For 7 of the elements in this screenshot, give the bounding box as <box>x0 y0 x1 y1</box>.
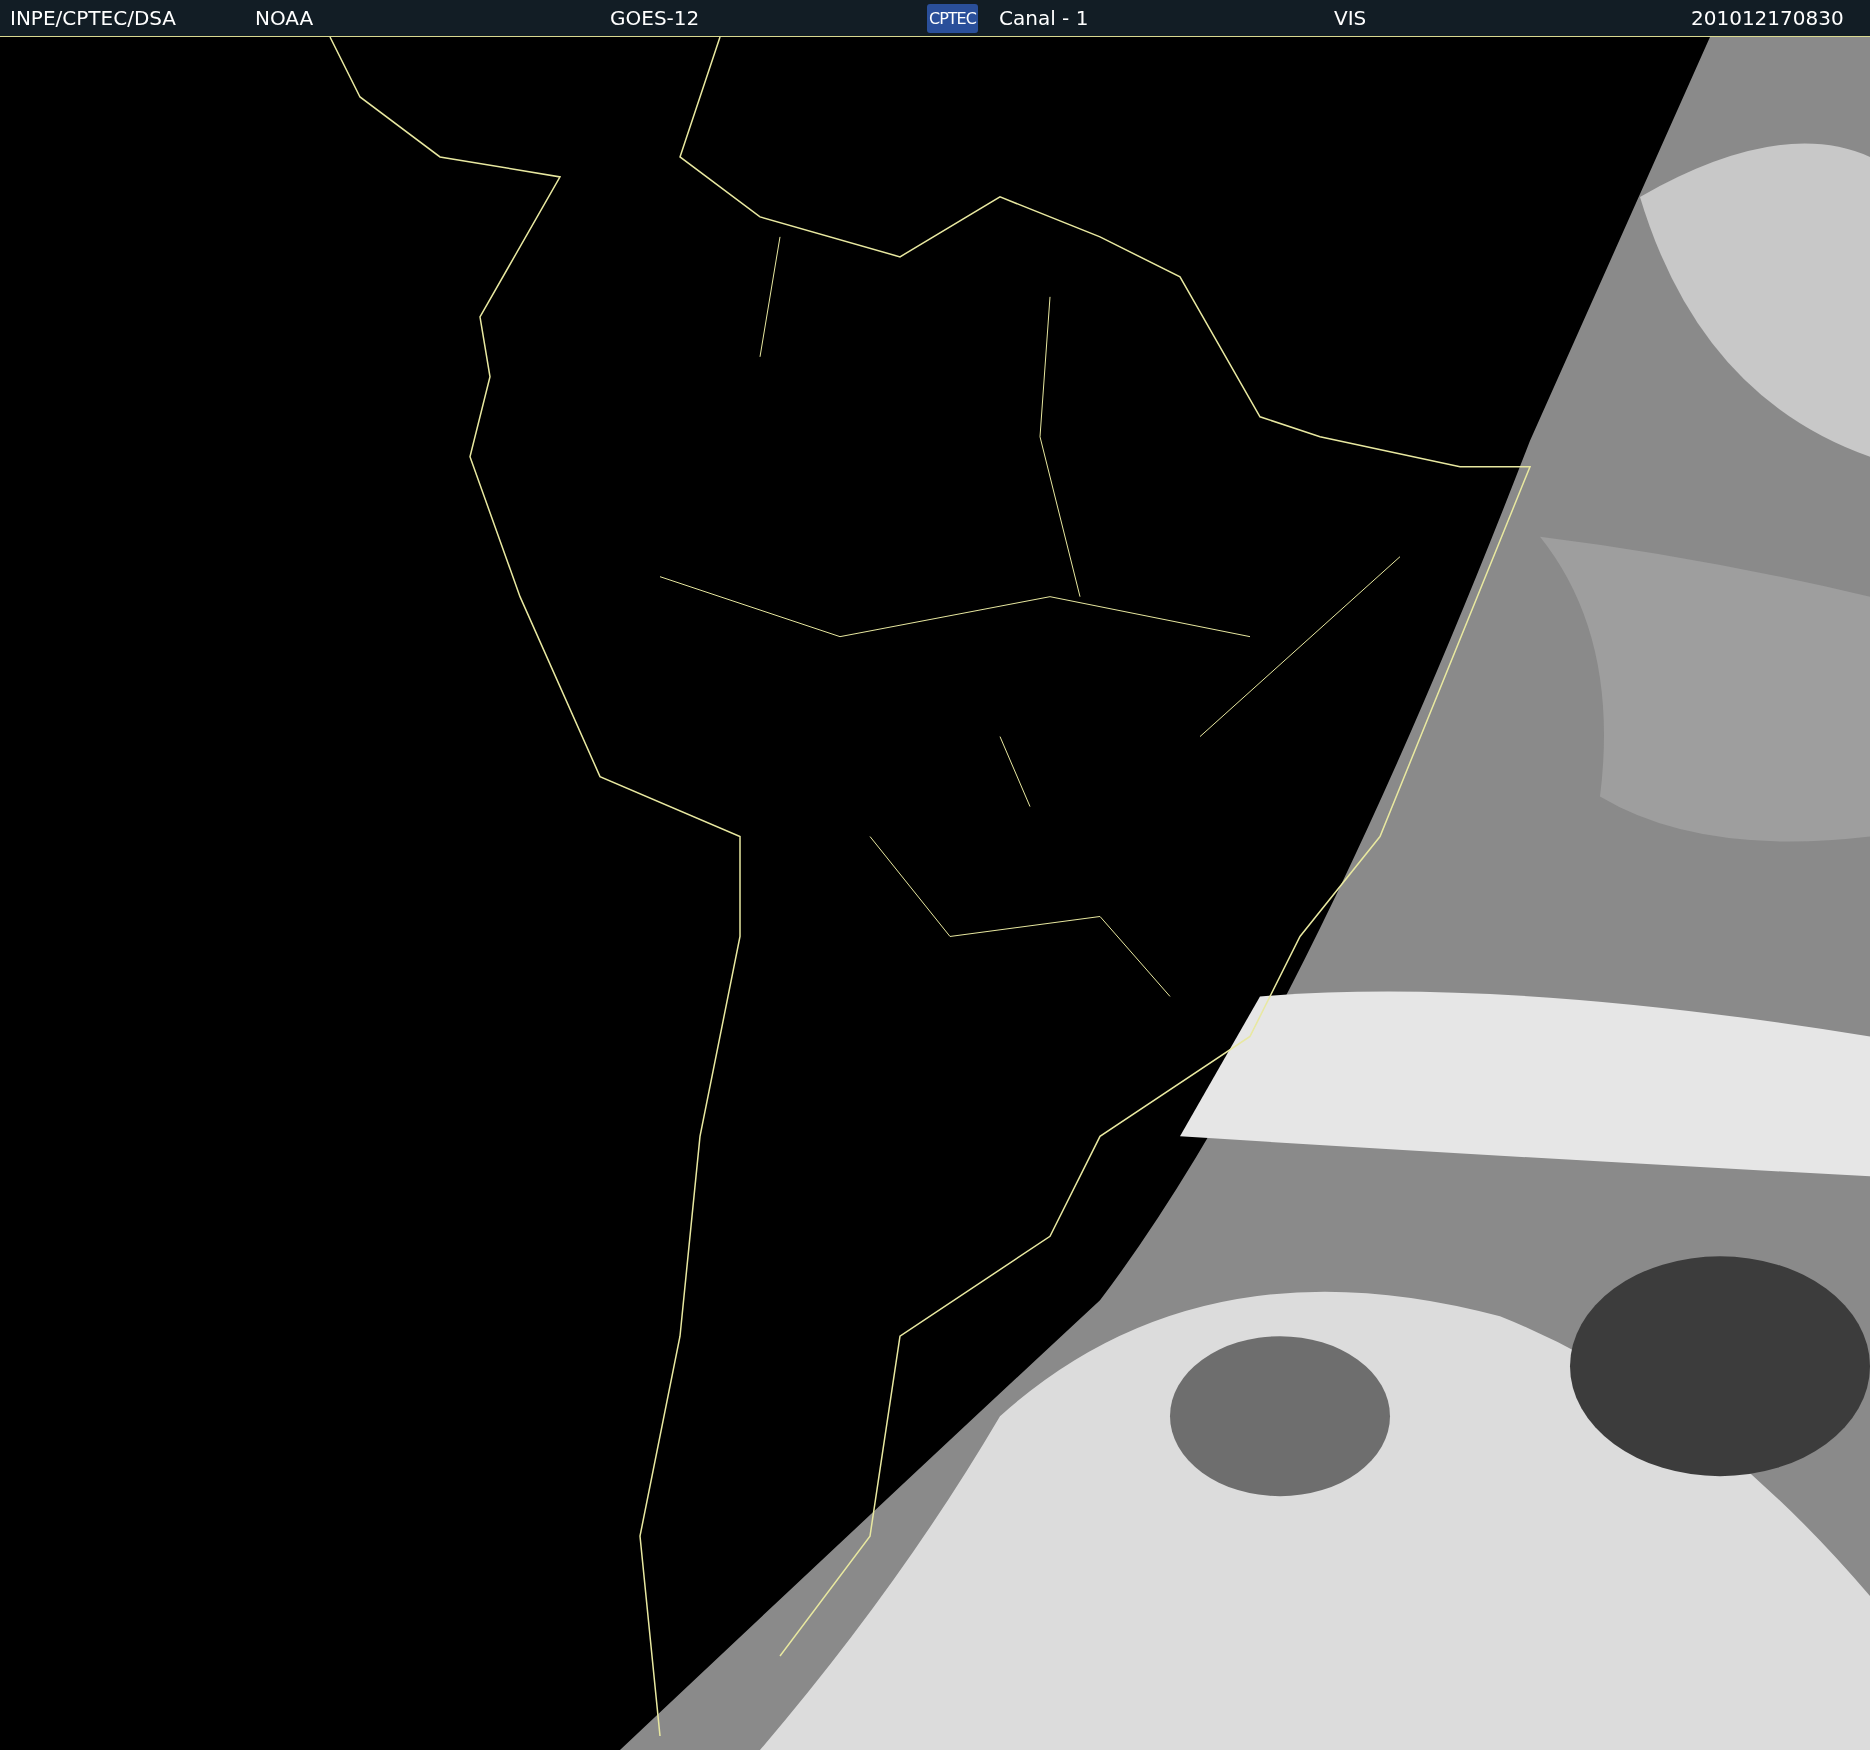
channel-label: Canal - 1 <box>999 6 1089 30</box>
source-label: INPE/CPTEC/DSA <box>10 6 177 30</box>
band-label: VIS <box>1334 6 1367 30</box>
timestamp-label: 201012170830 <box>1691 6 1844 30</box>
agency-label: NOAA <box>255 6 314 30</box>
logo: CPTEC <box>927 3 978 33</box>
satellite-label: GOES-12 <box>610 6 700 30</box>
